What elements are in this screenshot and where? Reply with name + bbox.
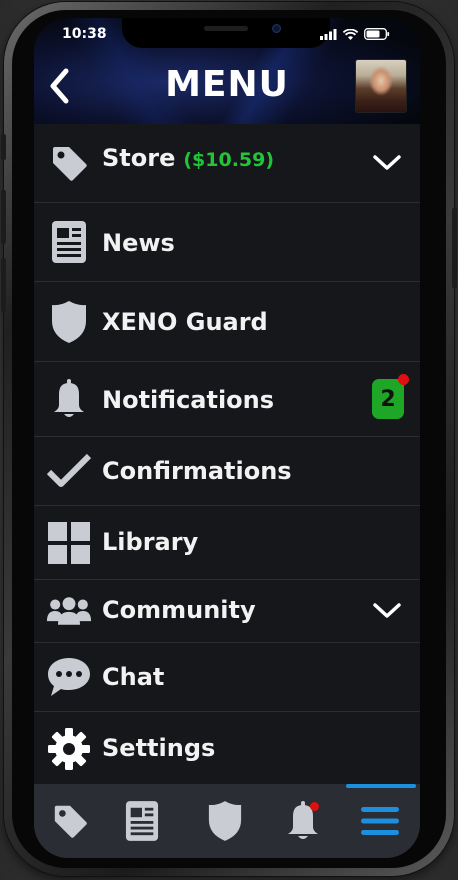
- tab-store[interactable]: [44, 798, 96, 844]
- menu-item-label: Community: [102, 596, 256, 624]
- newspaper-icon: [125, 801, 159, 841]
- bell-icon: [46, 378, 92, 420]
- tag-icon: [46, 143, 92, 183]
- front-camera: [272, 24, 281, 33]
- signal-icon: [320, 28, 337, 40]
- tab-news[interactable]: [116, 798, 168, 844]
- tab-guard[interactable]: [199, 798, 251, 844]
- volume-down-button: [1, 258, 6, 312]
- newspaper-icon: [46, 220, 92, 264]
- people-icon: [46, 594, 92, 628]
- tab-notifications[interactable]: [277, 798, 329, 844]
- speaker-grille: [204, 26, 248, 31]
- menu-item-community[interactable]: Community: [34, 580, 420, 643]
- notification-count-badge: 2: [372, 374, 409, 419]
- menu-item-label: Notifications: [102, 386, 275, 414]
- notch: [122, 18, 330, 48]
- battery-icon: [364, 28, 390, 40]
- alert-dot: [310, 802, 319, 811]
- menu-item-label: Store: [102, 144, 176, 172]
- volume-up-button: [1, 190, 6, 244]
- chevron-down-icon[interactable]: [372, 601, 402, 621]
- menu-item-label: XENO Guard: [102, 308, 268, 336]
- wifi-icon: [343, 28, 358, 40]
- menu-item-label: Settings: [102, 734, 216, 762]
- status-time: 10:38: [62, 26, 107, 42]
- chevron-down-icon[interactable]: [372, 153, 402, 173]
- header: 10:38 MENU: [34, 18, 420, 124]
- avatar[interactable]: [356, 60, 406, 112]
- mute-switch: [1, 134, 6, 160]
- tab-menu[interactable]: [354, 798, 406, 844]
- menu-item-settings[interactable]: Settings: [34, 712, 420, 786]
- menu-item-label: Library: [102, 528, 199, 556]
- menu-item-store[interactable]: Store ($10.59): [34, 124, 420, 203]
- chat-bubble-icon: [46, 656, 92, 698]
- screen: 10:38 MENU Store ($10.59) News XENO Guar…: [34, 18, 420, 858]
- menu-item-xeno-guard[interactable]: XENO Guard: [34, 282, 420, 362]
- menu-item-notifications[interactable]: Notifications 2: [34, 362, 420, 437]
- menu-item-label: Confirmations: [102, 457, 292, 485]
- tag-icon: [54, 805, 87, 838]
- store-balance: ($10.59): [183, 149, 275, 171]
- hamburger-icon: [361, 807, 399, 835]
- shield-icon: [46, 299, 92, 345]
- menu-item-label: Chat: [102, 663, 165, 691]
- checkmark-icon: [46, 453, 92, 489]
- menu-item-confirmations[interactable]: Confirmations: [34, 437, 420, 506]
- bottom-tab-bar: [34, 784, 420, 858]
- menu-item-news[interactable]: News: [34, 203, 420, 282]
- menu-item-chat[interactable]: Chat: [34, 643, 420, 712]
- status-icons: [320, 28, 390, 40]
- grid-icon: [46, 521, 92, 564]
- notification-count: 2: [380, 386, 396, 412]
- gear-icon: [46, 727, 92, 771]
- menu-item-label: News: [102, 229, 175, 257]
- power-button: [452, 208, 457, 288]
- alert-dot: [398, 374, 409, 385]
- active-tab-indicator: [346, 784, 416, 788]
- shield-icon: [208, 801, 242, 841]
- menu-list: Store ($10.59) News XENO Guard Notificat…: [34, 124, 420, 786]
- menu-item-library[interactable]: Library: [34, 506, 420, 580]
